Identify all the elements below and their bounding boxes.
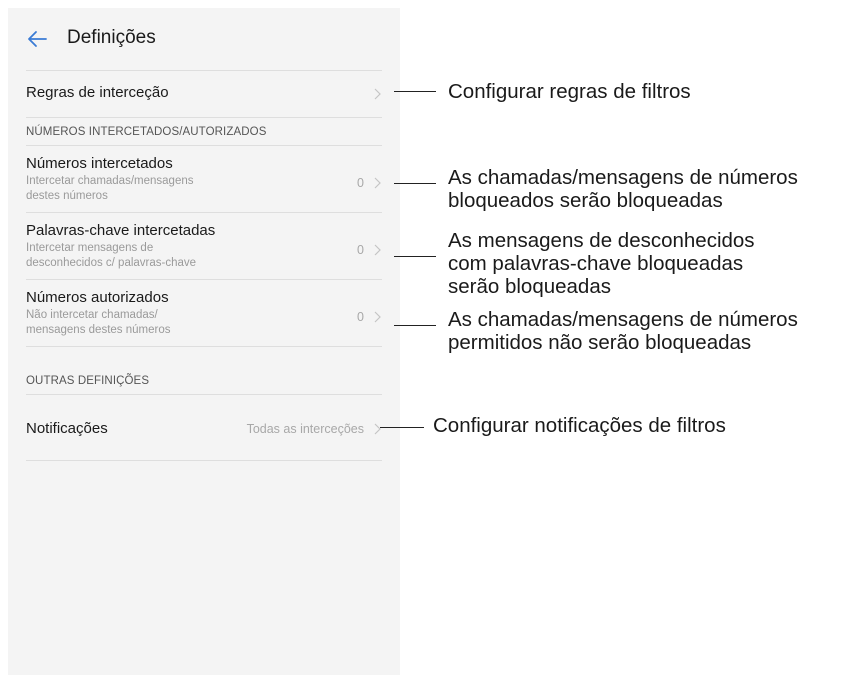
notifications-value: Todas as interceções bbox=[246, 422, 364, 436]
callout-leader bbox=[394, 91, 436, 92]
notifications-title: Notificações bbox=[26, 420, 108, 437]
app-header: Definições bbox=[8, 8, 400, 70]
callout-allowed-numbers: As chamadas/mensagens de números permiti… bbox=[448, 308, 798, 354]
notifications-row[interactable]: Notificações Todas as interceções bbox=[26, 398, 382, 458]
description-line: Intercetar chamadas/mensagens bbox=[26, 175, 194, 187]
callout-line: Configurar notificações de filtros bbox=[433, 414, 726, 437]
section-header-other: OUTRAS DEFINIÇÕES bbox=[26, 375, 150, 387]
page-title: Definições bbox=[67, 27, 156, 48]
description-line: Não intercetar chamadas/ bbox=[26, 309, 158, 321]
blocked-numbers-count: 0 bbox=[357, 176, 364, 190]
keywords-description: Intercetar mensagens de desconhecidos c/… bbox=[26, 241, 266, 271]
divider bbox=[26, 117, 382, 118]
callout-leader bbox=[394, 325, 436, 326]
callout-notifications: Configurar notificações de filtros bbox=[433, 414, 726, 437]
keywords-count: 0 bbox=[357, 243, 364, 257]
callout-line: bloqueados serão bloqueadas bbox=[448, 189, 723, 212]
chevron-right-icon bbox=[374, 311, 381, 323]
callout-leader bbox=[394, 183, 436, 184]
callout-keywords: As mensagens de desconhecidos com palavr… bbox=[448, 229, 755, 298]
description-line: Intercetar mensagens de bbox=[26, 242, 154, 254]
callout-line: com palavras-chave bloqueadas bbox=[448, 252, 744, 275]
callout-line: As chamadas/mensagens de números bbox=[448, 308, 798, 331]
callout-line: Configurar regras de filtros bbox=[448, 80, 691, 103]
blocked-numbers-description: Intercetar chamadas/mensagens destes núm… bbox=[26, 174, 266, 204]
callout-line: permitidos não serão bloqueadas bbox=[448, 331, 752, 354]
blocked-numbers-title: Números intercetados bbox=[26, 155, 173, 172]
callout-blocked-numbers: As chamadas/mensagens de números bloquea… bbox=[448, 166, 798, 212]
allowed-numbers-count: 0 bbox=[357, 310, 364, 324]
callout-line: serão bloqueadas bbox=[448, 275, 611, 298]
chevron-right-icon bbox=[374, 88, 381, 100]
divider bbox=[26, 346, 382, 347]
rules-row[interactable]: Regras de interceção bbox=[26, 71, 382, 117]
callout-line: As chamadas/mensagens de números bbox=[448, 166, 798, 189]
settings-screen: Definições Regras de interceção NÚMEROS … bbox=[8, 8, 400, 675]
divider bbox=[26, 460, 382, 461]
callout-line: As mensagens de desconhecidos bbox=[448, 229, 755, 252]
description-line: destes números bbox=[26, 190, 108, 202]
description-line: mensagens destes números bbox=[26, 324, 171, 336]
section-header-blocked: NÚMEROS INTERCETADOS/AUTORIZADOS bbox=[26, 126, 267, 138]
rules-title: Regras de interceção bbox=[26, 84, 169, 101]
callout-rules: Configurar regras de filtros bbox=[448, 80, 691, 103]
arrow-left-icon[interactable] bbox=[26, 28, 48, 50]
callout-leader bbox=[394, 256, 436, 257]
callout-leader bbox=[380, 427, 424, 428]
chevron-right-icon bbox=[374, 423, 381, 435]
allowed-numbers-description: Não intercetar chamadas/ mensagens deste… bbox=[26, 308, 266, 338]
chevron-right-icon bbox=[374, 244, 381, 256]
allowed-numbers-title: Números autorizados bbox=[26, 289, 169, 306]
keywords-row[interactable]: Palavras-chave intercetadas Intercetar m… bbox=[26, 213, 382, 279]
allowed-numbers-row[interactable]: Números autorizados Não intercetar chama… bbox=[26, 280, 382, 346]
keywords-title: Palavras-chave intercetadas bbox=[26, 222, 216, 239]
divider bbox=[26, 394, 382, 395]
description-line: desconhecidos c/ palavras-chave bbox=[26, 257, 197, 269]
blocked-numbers-row[interactable]: Números intercetados Intercetar chamadas… bbox=[26, 146, 382, 212]
chevron-right-icon bbox=[374, 177, 381, 189]
